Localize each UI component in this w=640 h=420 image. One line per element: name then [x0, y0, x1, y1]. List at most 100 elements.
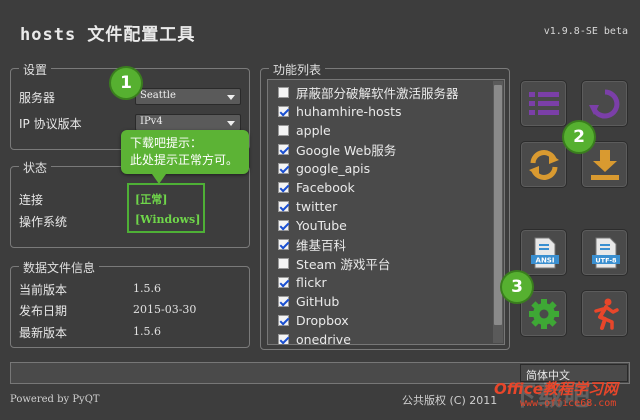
feature-item[interactable]: twitter [278, 197, 337, 216]
annotation-marker-1: 1 [111, 68, 141, 98]
ip-version-label: IP 协议版本 [19, 117, 82, 131]
watermark-brand: Office教程学习网 [494, 380, 618, 398]
list-icon [529, 92, 559, 115]
app-title: hosts 文件配置工具 [20, 25, 196, 45]
feature-list-scrollbar[interactable] [493, 81, 503, 343]
ip-version-select-value: IPv4 [140, 116, 163, 127]
feature-label: Dropbox [296, 313, 349, 328]
feature-item[interactable]: Steam 游戏平台 [278, 254, 390, 273]
sync-icon [529, 150, 559, 180]
status-highlight-box: [正常] [Windows] [127, 183, 205, 233]
os-label: 操作系统 [19, 215, 68, 229]
feature-label: google_apis [296, 161, 371, 176]
current-version-value: 1.5.6 [133, 282, 161, 295]
features-group: 功能列表 屏蔽部分破解软件激活服务器 huhamhire-hosts apple Go… [260, 61, 510, 350]
release-date-label: 发布日期 [19, 304, 68, 318]
feature-checkbox[interactable] [278, 296, 289, 307]
feature-item[interactable]: huhamhire-hosts [278, 102, 402, 121]
server-select-value: Seattle [140, 90, 176, 101]
latest-version-value: 1.5.6 [133, 325, 161, 338]
feature-checkbox[interactable] [278, 277, 289, 288]
feature-label: apple [296, 123, 331, 138]
connection-label: 连接 [19, 193, 44, 207]
features-group-title: 功能列表 [269, 61, 326, 78]
server-select[interactable]: Seattle [135, 88, 241, 105]
feature-list[interactable]: 屏蔽部分破解软件激活服务器 huhamhire-hosts apple Google … [267, 79, 505, 345]
export-utf8-button[interactable]: UTF-8 [581, 229, 628, 276]
feature-label: onedrive [296, 332, 351, 345]
exit-button[interactable] [581, 290, 628, 337]
server-label: 服务器 [19, 91, 56, 105]
svg-text:UTF-8: UTF-8 [595, 257, 617, 265]
app-version: v1.9.8-SE beta [543, 26, 628, 37]
os-status: [Windows] [135, 213, 201, 226]
feature-label: YouTube [296, 218, 347, 233]
feature-item[interactable]: onedrive [278, 330, 351, 345]
svg-text:ANSI: ANSI [536, 257, 555, 265]
feature-checkbox[interactable] [278, 106, 289, 117]
feature-item[interactable]: Google Web服务 [278, 140, 396, 159]
reset-button[interactable] [581, 80, 628, 127]
feature-checkbox[interactable] [278, 144, 289, 155]
tip-line-1: 下载吧提示： [130, 136, 203, 150]
feature-item[interactable]: Dropbox [278, 311, 349, 330]
feature-label: Steam 游戏平台 [296, 257, 391, 272]
feature-label: Facebook [296, 180, 355, 195]
powered-by: Powered by PyQT [10, 394, 100, 405]
feature-item[interactable]: GitHub [278, 292, 339, 311]
refresh-arc-icon [589, 89, 620, 119]
download-icon [591, 150, 619, 180]
utf8-file-icon: UTF-8 [592, 237, 620, 269]
chevron-down-icon [227, 121, 235, 126]
connection-status: [正常] [135, 193, 168, 206]
ansi-file-icon: ANSI [531, 237, 559, 269]
update-button[interactable] [520, 141, 567, 188]
select-list-button[interactable] [520, 80, 567, 127]
feature-label: 维基百科 [296, 238, 347, 253]
feature-checkbox[interactable] [278, 125, 289, 136]
feature-item[interactable]: Facebook [278, 178, 355, 197]
feature-item[interactable]: google_apis [278, 159, 370, 178]
chevron-down-icon [227, 95, 235, 100]
running-man-icon [594, 298, 619, 330]
feature-checkbox[interactable] [278, 87, 289, 98]
export-ansi-button[interactable]: ANSI [520, 229, 567, 276]
tip-line-2: 此处提示正常方可。 [130, 153, 239, 167]
feature-label: 屏蔽部分破解软件激活服务器 [296, 86, 459, 101]
feature-checkbox[interactable] [278, 315, 289, 326]
feature-checkbox[interactable] [278, 182, 289, 193]
feature-item[interactable]: 屏蔽部分破解软件激活服务器 [278, 83, 459, 102]
feature-label: Google Web服务 [296, 143, 397, 158]
gear-icon [529, 299, 559, 329]
feature-label: huhamhire-hosts [296, 104, 402, 119]
status-group: 状态 连接 操作系统 [正常] [Windows] [10, 159, 250, 248]
feature-item[interactable]: 维基百科 [278, 235, 346, 254]
feature-list-scroll-thumb[interactable] [494, 85, 502, 325]
release-date-value: 2015-03-30 [133, 303, 197, 316]
feature-checkbox[interactable] [278, 163, 289, 174]
status-group-title: 状态 [19, 159, 52, 176]
ip-version-select[interactable]: IPv4 [135, 114, 241, 131]
current-version-label: 当前版本 [19, 283, 68, 297]
feature-item[interactable]: flickr [278, 273, 327, 292]
settings-group-title: 设置 [19, 61, 52, 78]
feature-label: GitHub [296, 294, 340, 309]
feature-checkbox[interactable] [278, 334, 289, 344]
feature-checkbox[interactable] [278, 220, 289, 231]
feature-label: twitter [296, 199, 338, 214]
annotation-marker-2: 2 [564, 122, 594, 152]
data-info-group: 数据文件信息 当前版本 1.5.6 发布日期 2015-03-30 最新版本 1… [10, 259, 250, 348]
feature-item[interactable]: apple [278, 121, 331, 140]
feature-checkbox[interactable] [278, 258, 289, 269]
feature-item[interactable]: YouTube [278, 216, 347, 235]
feature-label: flickr [296, 275, 327, 290]
annotation-marker-3: 3 [502, 272, 532, 302]
feature-checkbox[interactable] [278, 239, 289, 250]
feature-checkbox[interactable] [278, 201, 289, 212]
watermark-url: www.office68.com [520, 398, 617, 409]
tip-callout: 下载吧提示： 此处提示正常方可。 [121, 130, 249, 174]
data-info-group-title: 数据文件信息 [19, 259, 100, 276]
latest-version-label: 最新版本 [19, 326, 68, 340]
tip-pointer [152, 174, 166, 184]
copyright: 公共版权 (C) 2011 [402, 394, 498, 407]
